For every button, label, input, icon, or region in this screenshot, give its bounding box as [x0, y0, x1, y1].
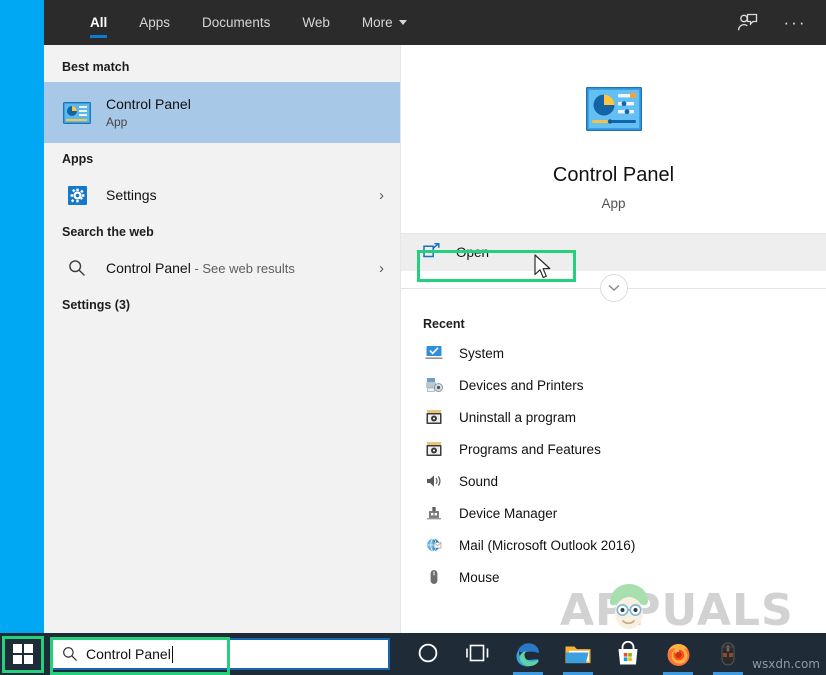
recent-section: Recent System: [401, 305, 826, 593]
firefox-icon[interactable]: [654, 633, 702, 675]
result-text: Control Panel App: [106, 96, 191, 129]
windows-start-icon[interactable]: [0, 633, 46, 675]
taskbar-buttons: [404, 633, 752, 675]
tab-documents-label: Documents: [202, 15, 270, 30]
settings-count-header: Settings (3): [44, 289, 400, 320]
web-query-text: Control Panel: [106, 260, 191, 276]
tab-documents[interactable]: Documents: [186, 0, 286, 45]
result-item-control-panel[interactable]: Control Panel App: [44, 82, 400, 143]
system-icon: [423, 345, 445, 361]
recent-item-programs-and-features[interactable]: Programs and Features: [401, 433, 826, 465]
preview-app-subtitle: App: [601, 196, 625, 211]
mouse-utility-icon[interactable]: [704, 633, 752, 675]
header-actions: ···: [732, 0, 826, 45]
tab-more-label: More: [362, 15, 393, 30]
taskbar-search-box[interactable]: Control Panel: [50, 638, 390, 670]
result-title: Settings: [106, 187, 157, 203]
recent-item-devices-and-printers[interactable]: Devices and Printers: [401, 369, 826, 401]
recent-item-label: Uninstall a program: [459, 410, 576, 425]
recent-item-label: Device Manager: [459, 506, 557, 521]
recent-item-device-manager[interactable]: Device Manager: [401, 497, 826, 529]
mouse-icon: [423, 569, 445, 585]
text-caret: [172, 646, 173, 663]
settings-gear-icon: [62, 186, 92, 205]
result-item-web-search[interactable]: Control Panel - See web results ›: [44, 247, 400, 289]
result-item-settings[interactable]: Settings ›: [44, 174, 400, 216]
best-match-header: Best match: [44, 51, 400, 82]
printer-icon: [423, 377, 445, 393]
open-external-icon: [423, 243, 440, 263]
search-icon: [62, 259, 92, 277]
chevron-down-icon: [399, 20, 407, 25]
search-input[interactable]: Control Panel: [86, 646, 171, 662]
task-view-icon[interactable]: [454, 633, 502, 675]
result-text: Settings: [106, 187, 157, 203]
open-button[interactable]: Open: [401, 234, 826, 271]
recent-item-label: Sound: [459, 474, 498, 489]
file-explorer-icon[interactable]: [554, 633, 602, 675]
site-watermark: wsxdn.com: [752, 657, 820, 671]
recent-header: Recent: [401, 309, 826, 337]
speaker-icon: [423, 473, 445, 489]
search-tab-list: All Apps Documents Web More: [44, 0, 423, 45]
result-title: Control Panel: [106, 96, 191, 112]
recent-item-label: Mouse: [459, 570, 500, 585]
tab-web[interactable]: Web: [286, 0, 346, 45]
open-button-label: Open: [456, 245, 489, 260]
chevron-right-icon[interactable]: ›: [379, 187, 390, 204]
mail-globe-icon: [423, 537, 445, 553]
preview-action-strip: Open: [401, 233, 826, 271]
expand-actions-row: [401, 271, 826, 305]
control-panel-icon: [62, 102, 92, 124]
tab-apps-label: Apps: [139, 15, 170, 30]
web-suffix-text: - See web results: [191, 261, 295, 276]
person-feedback-icon[interactable]: [732, 8, 762, 38]
search-flyout-panel: All Apps Documents Web More: [44, 0, 826, 633]
tab-all[interactable]: All: [74, 0, 123, 45]
result-subtitle: App: [106, 115, 191, 129]
result-title: Control Panel - See web results: [106, 260, 295, 276]
preview-app-title: Control Panel: [553, 164, 674, 187]
apps-header: Apps: [44, 143, 400, 174]
search-tabs-header: All Apps Documents Web More: [44, 0, 826, 45]
chevron-right-icon[interactable]: ›: [379, 260, 390, 277]
tab-all-label: All: [90, 15, 107, 30]
control-panel-icon: [586, 87, 642, 136]
tab-more[interactable]: More: [346, 0, 423, 45]
recent-item-label: Mail (Microsoft Outlook 2016): [459, 538, 635, 553]
program-disc-icon: [423, 409, 445, 425]
search-results-body: Best match Control Panel: [44, 45, 826, 633]
edge-icon[interactable]: [504, 633, 552, 675]
result-text: Control Panel - See web results: [106, 260, 295, 276]
search-the-web-header: Search the web: [44, 216, 400, 247]
microsoft-store-icon[interactable]: [604, 633, 652, 675]
recent-item-uninstall-a-program[interactable]: Uninstall a program: [401, 401, 826, 433]
search-icon: [62, 646, 78, 662]
ellipsis-icon[interactable]: ···: [780, 8, 810, 38]
program-disc-icon: [423, 441, 445, 457]
chevron-down-icon[interactable]: [600, 274, 628, 302]
recent-item-mail[interactable]: Mail (Microsoft Outlook 2016): [401, 529, 826, 561]
recent-item-label: Programs and Features: [459, 442, 601, 457]
recent-item-label: System: [459, 346, 504, 361]
search-results-column: Best match Control Panel: [44, 45, 400, 633]
recent-item-label: Devices and Printers: [459, 378, 584, 393]
recent-item-sound[interactable]: Sound: [401, 465, 826, 497]
recent-item-system[interactable]: System: [401, 337, 826, 369]
device-manager-icon: [423, 505, 445, 521]
recent-item-mouse[interactable]: Mouse: [401, 561, 826, 593]
cortana-circle-icon[interactable]: [404, 633, 452, 675]
tab-apps[interactable]: Apps: [123, 0, 186, 45]
more-options-label: ···: [784, 14, 807, 31]
taskbar: Control Panel: [0, 633, 826, 675]
tab-web-label: Web: [302, 15, 330, 30]
preview-hero: Control Panel App: [401, 45, 826, 233]
app-preview-column: Control Panel App Open: [400, 45, 826, 633]
